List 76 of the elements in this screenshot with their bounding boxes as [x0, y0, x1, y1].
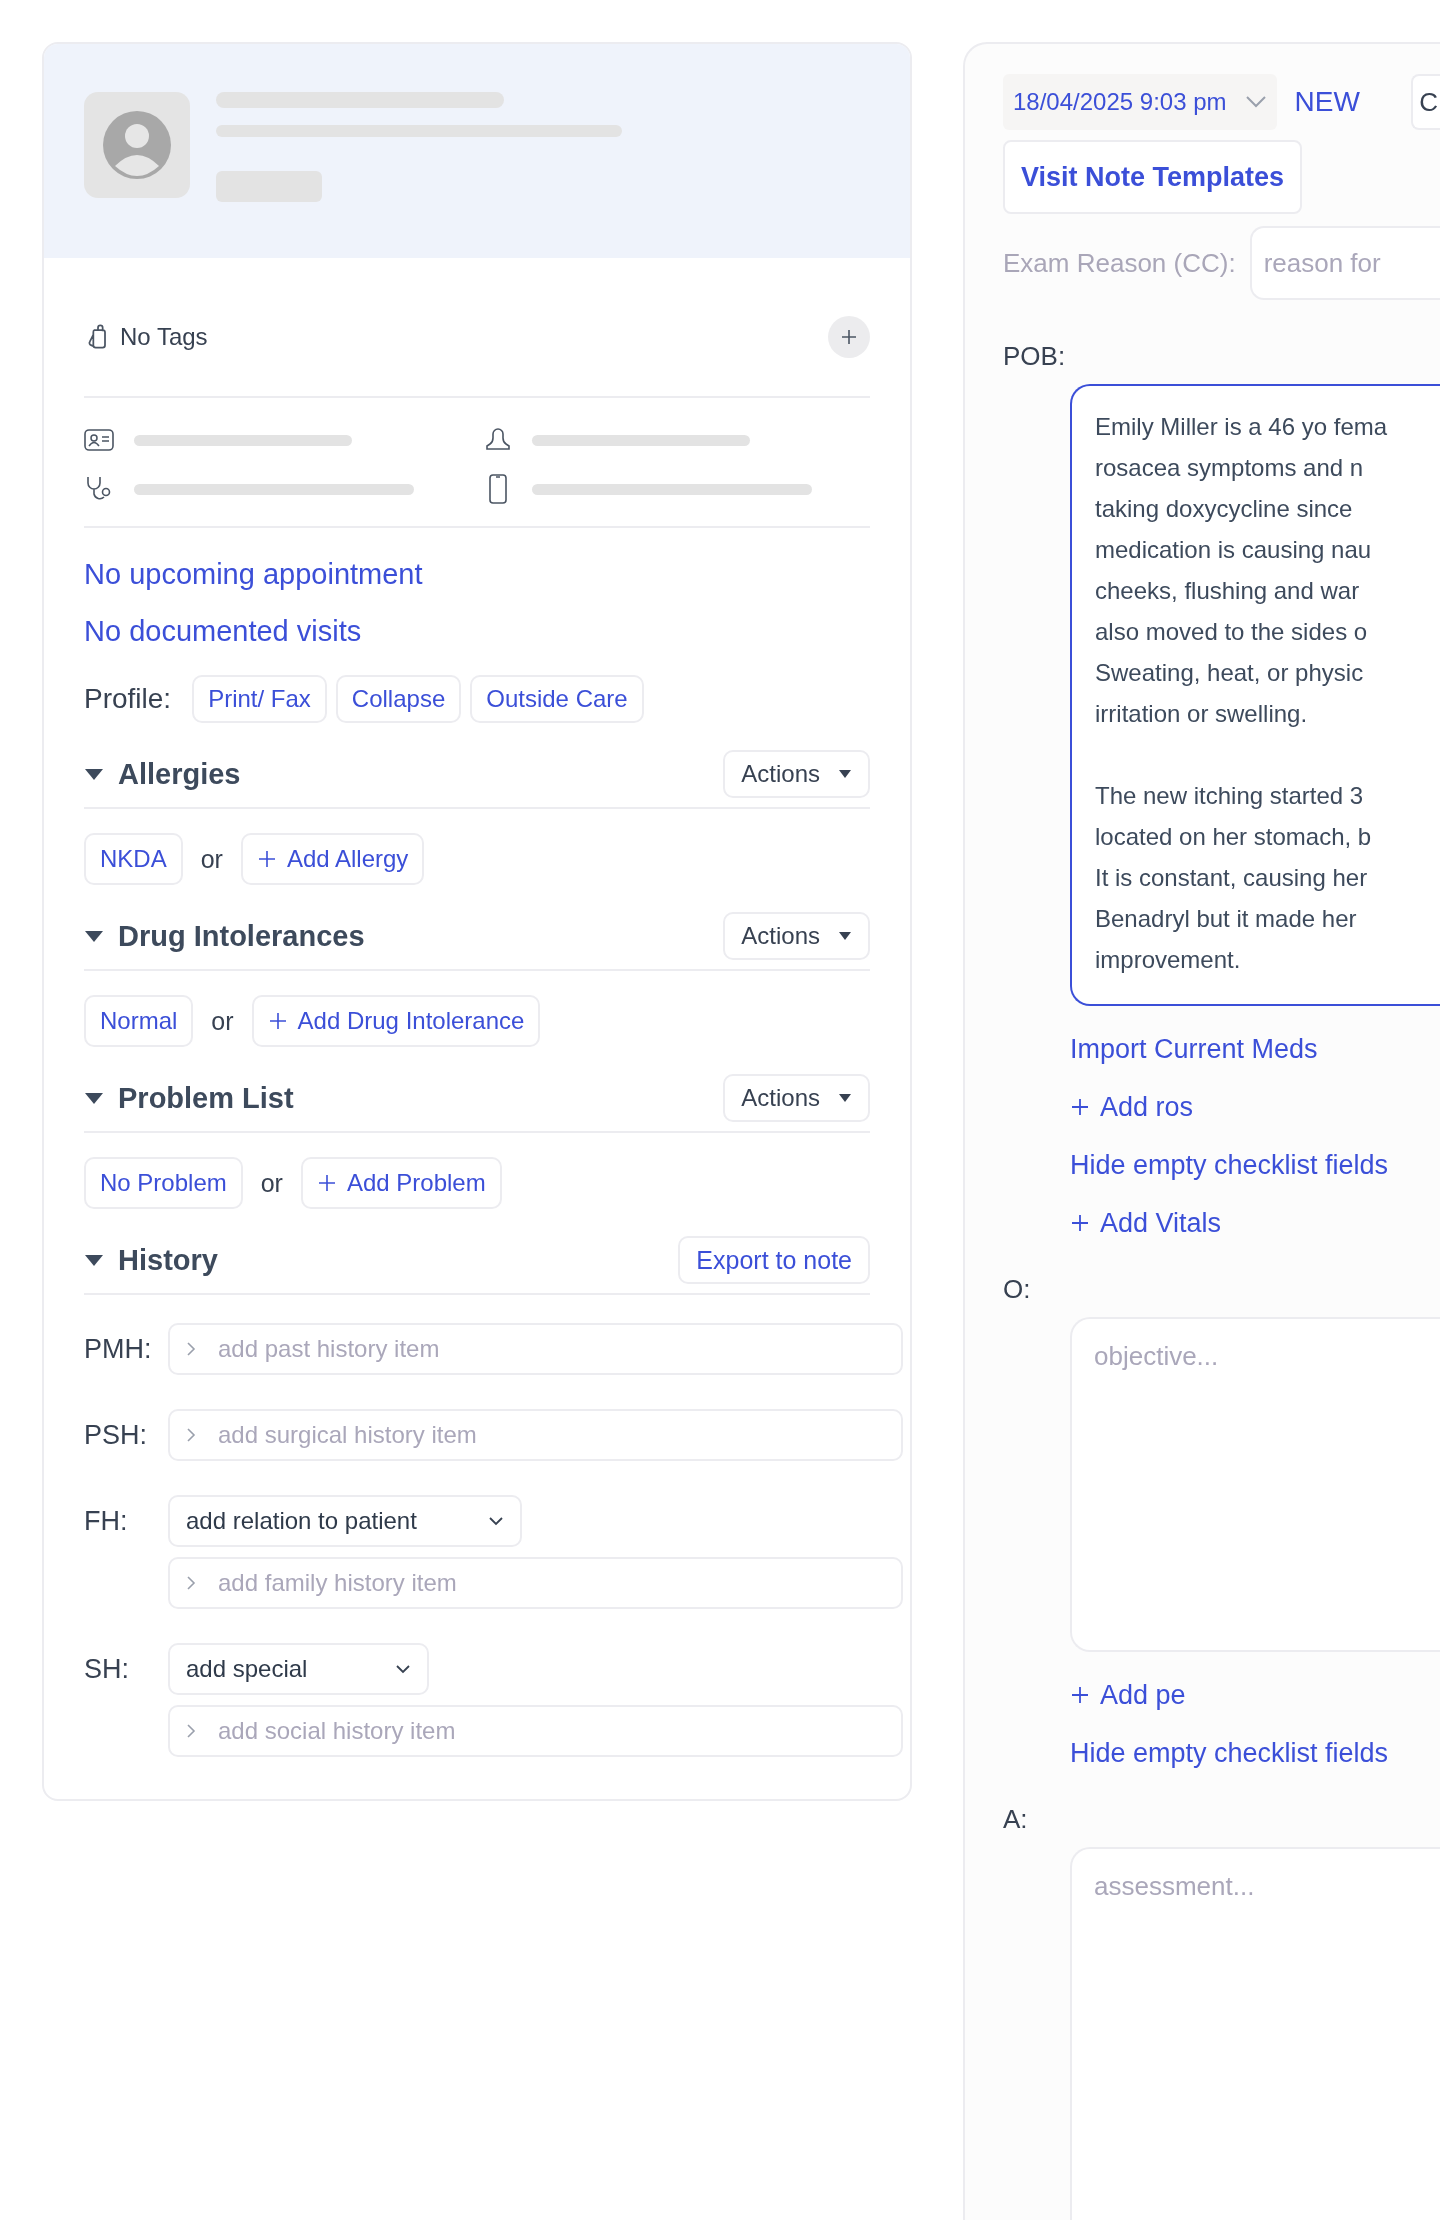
section-title: History: [118, 1243, 218, 1277]
chevron-right-icon: [186, 1575, 196, 1591]
relation-select[interactable]: add special: [168, 1643, 429, 1695]
history-input-field[interactable]: add family history item: [168, 1557, 903, 1609]
profile-button[interactable]: Print/ Fax: [192, 675, 327, 723]
add-link[interactable]: Add Vitals: [1070, 1203, 1222, 1243]
section-label: A:: [1003, 1803, 1028, 1836]
or-label: or: [200, 844, 223, 874]
history-label: FH:: [84, 1505, 129, 1538]
history-label: PSH:: [84, 1419, 149, 1452]
plus-icon: [1070, 1097, 1090, 1117]
status-label: NEW: [1294, 86, 1360, 118]
plus-icon: [267, 1011, 288, 1031]
actions-dropdown-button[interactable]: Actions: [723, 750, 870, 798]
chevron-right-icon: [186, 1341, 196, 1357]
profile-button[interactable]: Collapse: [335, 675, 462, 723]
tags-label: No Tags: [120, 323, 208, 351]
exam-reason-field[interactable]: reason for: [1249, 226, 1440, 300]
add-button[interactable]: Add Allergy: [240, 833, 425, 885]
collapse-triangle-icon[interactable]: [84, 1253, 104, 1267]
add-button[interactable]: Add Problem: [300, 1157, 502, 1209]
chevron-down-icon: [488, 1516, 504, 1526]
plus-icon: [839, 327, 859, 347]
add-tag-button[interactable]: [828, 316, 870, 358]
add-link[interactable]: Add ros: [1070, 1087, 1194, 1127]
note-type-button[interactable]: C: [1411, 74, 1440, 130]
relation-select[interactable]: add relation to patient: [168, 1495, 522, 1547]
chevron-down-icon: [1244, 95, 1267, 109]
collapse-triangle-icon[interactable]: [84, 929, 104, 943]
section-label: O:: [1003, 1273, 1031, 1306]
actions-dropdown-button[interactable]: Actions: [723, 1074, 870, 1122]
actions-dropdown-button[interactable]: Actions: [723, 912, 870, 960]
section-title: Allergies: [118, 757, 241, 791]
chevron-right-icon: [186, 1427, 196, 1443]
plus-icon: [1070, 1213, 1090, 1233]
section-label: POB:: [1003, 340, 1066, 373]
default-option-button[interactable]: Normal: [84, 995, 194, 1047]
history-label: PMH:: [84, 1333, 153, 1366]
text-link[interactable]: Import Current Meds: [1070, 1029, 1318, 1069]
default-option-button[interactable]: NKDA: [84, 833, 183, 885]
text-link[interactable]: Hide empty checklist fields: [1070, 1733, 1389, 1773]
or-label: or: [211, 1006, 234, 1036]
date-dropdown[interactable]: 18/04/2025 9:03 pm: [1003, 74, 1277, 130]
history-input-field[interactable]: add surgical history item: [168, 1409, 903, 1461]
pob-text-field[interactable]: Emily Miller is a 46 yo fema rosacea symptoms and n taking doxycycline since medication is causing nau cheeks, flushing and war also moved to the sides o Sweating, heat, or physic irritation or swelling. The new itching started 3 located on her stomach, b It is constant, causing her Benadryl but it made her improvement.: [1070, 384, 1440, 1006]
collapse-triangle-icon[interactable]: [84, 767, 104, 781]
templates-button[interactable]: Visit Note Templates: [1003, 140, 1303, 214]
objective-text-field[interactable]: objective...: [1070, 1317, 1440, 1652]
history-label: SH:: [84, 1653, 130, 1686]
plus-icon: [256, 849, 277, 869]
profile-button[interactable]: Outside Care: [470, 675, 644, 723]
id-card-icon: [84, 428, 114, 452]
default-option-button[interactable]: No Problem: [84, 1157, 243, 1209]
section-title: Drug Intolerances: [118, 919, 365, 953]
plus-icon: [1070, 1685, 1090, 1705]
history-input-field[interactable]: add social history item: [168, 1705, 903, 1757]
collapse-triangle-icon[interactable]: [84, 1091, 104, 1105]
appointment-link[interactable]: No upcoming appointment: [84, 554, 423, 594]
add-link[interactable]: Add pe: [1070, 1675, 1186, 1715]
export-button[interactable]: Export to note: [678, 1236, 870, 1284]
assessment-text-field[interactable]: assessment...: [1070, 1847, 1440, 2220]
chevron-down-icon: [395, 1664, 411, 1674]
exam-reason-label: Exam Reason (CC):: [1003, 247, 1236, 279]
plus-icon: [316, 1173, 337, 1193]
caret-icon: [838, 769, 852, 779]
profile-label: Profile:: [84, 683, 172, 715]
chevron-right-icon: [186, 1723, 196, 1739]
user-silhouette-icon: [102, 110, 172, 180]
caret-icon: [838, 1093, 852, 1103]
text-link[interactable]: Hide empty checklist fields: [1070, 1145, 1389, 1185]
history-input-field[interactable]: add past history item: [168, 1323, 903, 1375]
caret-icon: [838, 931, 852, 941]
appointment-link[interactable]: No documented visits: [84, 611, 362, 651]
add-button[interactable]: Add Drug Intolerance: [251, 995, 541, 1047]
or-label: or: [260, 1168, 283, 1198]
section-title: Problem List: [118, 1081, 294, 1115]
